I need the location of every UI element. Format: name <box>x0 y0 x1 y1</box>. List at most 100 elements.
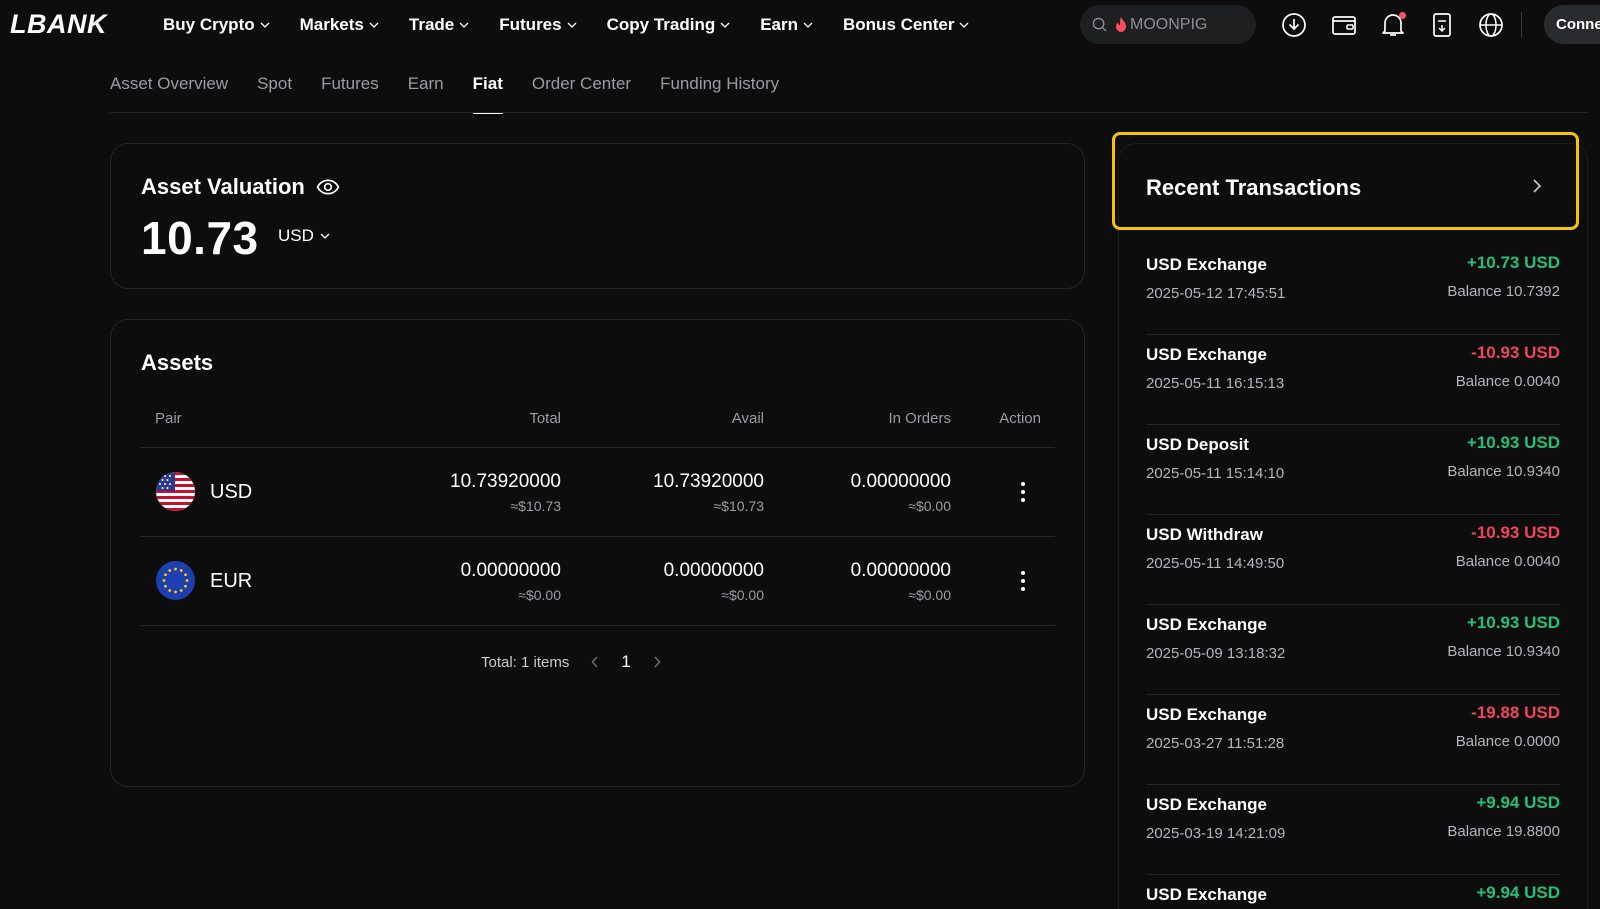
total-cell: 10.73920000 ≈$10.73 <box>450 448 561 514</box>
pair-name: USD <box>210 481 253 503</box>
wallet-icon[interactable] <box>1330 11 1358 39</box>
chevron-right-icon[interactable] <box>653 656 661 668</box>
transaction-type: USD Exchange <box>1146 255 1267 274</box>
in-orders-usd-value: ≈$0.00 <box>908 498 951 514</box>
in-orders-value: 0.00000000 <box>850 471 951 492</box>
orders-icon[interactable] <box>1428 11 1456 39</box>
transaction-type: USD Exchange <box>1146 345 1267 364</box>
table-row: EUR 0.00000000 ≈$0.00 0.00000000 ≈$0.00 … <box>141 537 1055 626</box>
menu-copy-trading[interactable]: Copy Trading <box>607 15 731 35</box>
eu-flag-icon <box>156 561 195 600</box>
transaction-item[interactable]: USD Deposit 2025-05-11 15:14:10 +10.93 U… <box>1146 425 1560 515</box>
chevron-left-icon[interactable] <box>591 656 599 668</box>
transaction-balance: Balance 10.9340 <box>1447 463 1560 480</box>
transaction-type: USD Exchange <box>1146 885 1267 904</box>
currency-label: USD <box>278 226 314 245</box>
transaction-type: USD Exchange <box>1146 705 1267 724</box>
menu-label: Futures <box>499 15 562 34</box>
chevron-down-icon <box>369 22 379 28</box>
in-orders-value: 0.00000000 <box>850 560 951 581</box>
avail-usd-value: ≈$10.73 <box>713 498 764 514</box>
chevron-down-icon <box>459 22 469 28</box>
menu-earn[interactable]: Earn <box>760 15 813 35</box>
transaction-amount: +9.94 USD <box>1476 883 1560 902</box>
menu-label: Buy Crypto <box>163 15 255 34</box>
column-in-orders: In Orders <box>888 410 951 427</box>
transaction-balance: Balance 0.0040 <box>1455 373 1560 390</box>
menu-label: Bonus Center <box>843 15 955 34</box>
transaction-balance: Balance 10.9340 <box>1447 643 1560 660</box>
avail-cell: 0.00000000 ≈$0.00 <box>664 537 764 603</box>
transaction-amount: -10.93 USD <box>1471 523 1560 542</box>
chevron-right-icon[interactable] <box>1532 178 1542 199</box>
transaction-type: USD Exchange <box>1146 795 1267 814</box>
transaction-item[interactable]: USD Exchange 2025-05-11 16:15:13 -10.93 … <box>1146 335 1560 425</box>
search-icon <box>1092 17 1107 32</box>
tab-asset-overview[interactable]: Asset Overview <box>110 70 228 114</box>
transaction-type: USD Exchange <box>1146 615 1267 634</box>
transaction-item[interactable]: USD Exchange +9.94 USD <box>1146 875 1560 909</box>
total-usd-value: ≈$10.73 <box>510 498 561 514</box>
valuation-title: Asset Valuation <box>141 174 305 199</box>
transaction-amount: +10.93 USD <box>1466 433 1560 452</box>
transaction-item[interactable]: USD Exchange 2025-05-12 17:45:51 +10.73 … <box>1146 245 1560 335</box>
transaction-date: 2025-05-11 15:14:10 <box>1146 465 1285 482</box>
total-usd-value: ≈$0.00 <box>518 587 561 603</box>
tab-earn[interactable]: Earn <box>408 70 444 114</box>
menu-bonus-center[interactable]: Bonus Center <box>843 15 969 35</box>
transaction-type: USD Withdraw <box>1146 525 1263 544</box>
recent-transactions-title[interactable]: Recent Transactions <box>1146 175 1361 201</box>
transaction-date: 2025-03-19 14:21:09 <box>1146 825 1286 842</box>
menu-label: Earn <box>760 15 799 34</box>
currency-selector[interactable]: USD <box>278 226 330 246</box>
in-orders-cell: 0.00000000 ≈$0.00 <box>851 537 951 603</box>
top-navigation: LBANK Buy Crypto Markets Trade Futures C… <box>0 0 1600 50</box>
column-pair: Pair <box>155 410 182 427</box>
subtabs-divider <box>110 112 1588 113</box>
avail-value: 0.00000000 <box>663 560 764 581</box>
notification-dot <box>1399 12 1406 19</box>
tab-order-center[interactable]: Order Center <box>532 70 631 114</box>
menu-trade[interactable]: Trade <box>409 15 469 35</box>
globe-icon[interactable] <box>1477 11 1505 39</box>
transaction-balance: Balance 0.0000 <box>1455 733 1560 750</box>
page-number[interactable]: 1 <box>621 652 630 672</box>
menu-markets[interactable]: Markets <box>300 15 379 35</box>
nav-divider <box>1521 12 1522 38</box>
total-cell: 0.00000000 ≈$0.00 <box>461 537 561 603</box>
menu-label: Copy Trading <box>606 15 716 34</box>
connect-wallet-button[interactable]: Conne <box>1544 5 1600 44</box>
transaction-item[interactable]: USD Exchange 2025-03-27 11:51:28 -19.88 … <box>1146 695 1560 785</box>
eye-icon[interactable] <box>316 179 340 195</box>
total-value: 0.00000000 <box>460 560 561 581</box>
tab-futures[interactable]: Futures <box>321 70 379 114</box>
more-actions-icon[interactable] <box>1016 569 1030 593</box>
tab-fiat[interactable]: Fiat <box>472 70 504 114</box>
column-avail: Avail <box>731 410 764 427</box>
transaction-type: USD Deposit <box>1146 435 1249 454</box>
main-menu: Buy Crypto Markets Trade Futures Copy Tr… <box>163 0 999 50</box>
menu-label: Markets <box>299 15 364 34</box>
bell-icon[interactable] <box>1379 11 1407 39</box>
menu-buy-crypto[interactable]: Buy Crypto <box>163 15 270 35</box>
transaction-item[interactable]: USD Exchange 2025-03-19 14:21:09 +9.94 U… <box>1146 785 1560 875</box>
transaction-amount: +9.94 USD <box>1476 793 1560 812</box>
in-orders-usd-value: ≈$0.00 <box>908 587 951 603</box>
transaction-balance: Balance 0.0040 <box>1455 553 1560 570</box>
column-action: Action <box>999 410 1041 427</box>
search-box[interactable] <box>1080 5 1256 44</box>
lbank-logo[interactable]: LBANK <box>10 9 107 40</box>
transaction-amount: +10.93 USD <box>1466 613 1560 632</box>
transaction-item[interactable]: USD Exchange 2025-05-09 13:18:32 +10.93 … <box>1146 605 1560 695</box>
download-icon[interactable] <box>1280 11 1308 39</box>
menu-futures[interactable]: Futures <box>499 15 577 35</box>
avail-cell: 10.73920000 ≈$10.73 <box>653 448 764 514</box>
tab-spot[interactable]: Spot <box>257 70 292 114</box>
tab-funding-history[interactable]: Funding History <box>660 70 779 114</box>
search-input[interactable] <box>1130 15 1240 34</box>
transaction-item[interactable]: USD Withdraw 2025-05-11 14:49:50 -10.93 … <box>1146 515 1560 605</box>
menu-label: Trade <box>408 15 455 34</box>
transaction-amount: -19.88 USD <box>1471 703 1560 722</box>
more-actions-icon[interactable] <box>1016 480 1030 504</box>
table-row: USD 10.73920000 ≈$10.73 10.73920000 ≈$10… <box>141 448 1055 537</box>
